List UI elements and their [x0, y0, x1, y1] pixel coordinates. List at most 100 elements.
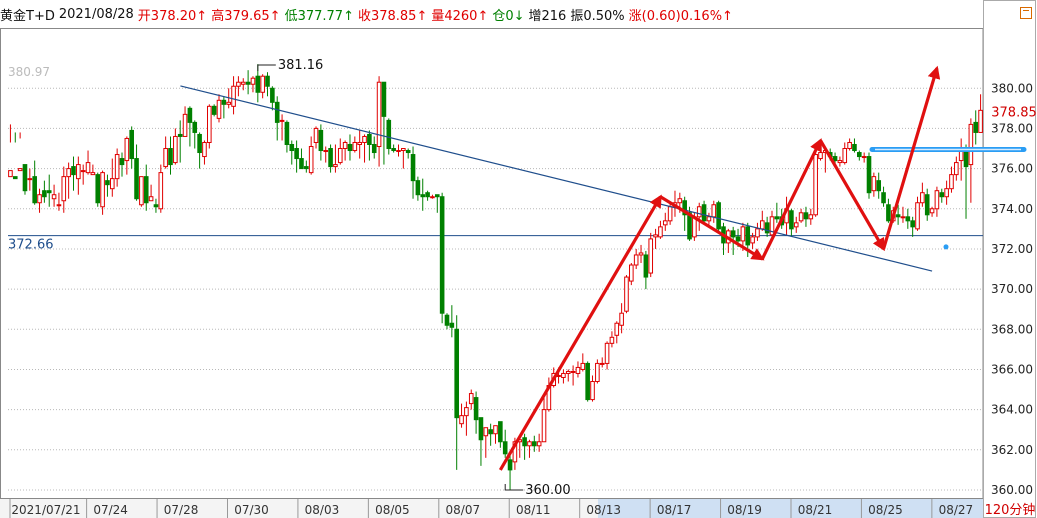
x-tick-label: 08/19 — [727, 503, 762, 517]
candle-body — [803, 212, 809, 220]
candle-body — [12, 176, 18, 180]
x-tick-label: 08/03 — [305, 503, 340, 517]
candle-body — [386, 119, 392, 150]
candle-body — [76, 164, 81, 180]
candle-body — [813, 154, 818, 216]
candle-body — [527, 441, 532, 447]
candle-body — [808, 214, 814, 220]
candle-body — [168, 148, 173, 166]
candle-body — [711, 204, 717, 218]
candle-body — [304, 166, 309, 170]
candle-body — [434, 194, 440, 198]
candle-body — [420, 194, 426, 198]
candle-body — [507, 459, 513, 471]
candle-body — [119, 158, 125, 166]
candle-body — [677, 198, 683, 204]
candle-body — [250, 77, 256, 85]
candle-body — [444, 314, 450, 326]
candle-body — [793, 222, 799, 228]
low-value-label: 360.00 — [525, 483, 571, 498]
candle-body — [274, 101, 280, 123]
candle-body — [624, 276, 629, 312]
candle-body — [920, 192, 925, 204]
candle-body — [42, 190, 47, 198]
candle-body — [367, 133, 372, 145]
candle-body — [396, 150, 401, 153]
candle-body — [449, 322, 455, 328]
marker-dot — [943, 244, 949, 250]
candle-body — [66, 168, 71, 178]
candle-body — [939, 192, 945, 198]
x-tick-label: 08/21 — [798, 503, 833, 517]
candle-body — [71, 166, 76, 176]
candle-body — [609, 336, 615, 344]
candle-body — [129, 129, 134, 160]
high-marker — [257, 64, 276, 71]
candlestick-chart[interactable]: 360.00 362.00 364.00 366.00 368.00 370.00 372.… — [0, 0, 1037, 518]
descending-trendline — [180, 85, 933, 272]
candle-body — [100, 172, 105, 208]
candle-body — [139, 176, 144, 206]
candle-body — [192, 121, 198, 133]
candle-body — [575, 366, 581, 374]
candle-body — [173, 135, 178, 164]
candle-body — [415, 180, 421, 196]
candle-body — [90, 172, 96, 176]
x-tick-label: 08/27 — [939, 503, 974, 517]
candle-body — [313, 127, 319, 143]
candle-body — [852, 143, 857, 152]
candle-body — [279, 119, 285, 122]
candle-body — [857, 152, 862, 158]
candle-body — [240, 81, 246, 85]
candle-body — [473, 397, 479, 421]
candle-body — [95, 174, 101, 204]
y-tick-label: 370.00 — [991, 282, 1033, 296]
candle-body — [541, 409, 547, 443]
candle-body — [207, 105, 212, 143]
x-tick-label: 08/25 — [868, 503, 903, 517]
candle-body — [750, 236, 755, 244]
candle-body — [299, 158, 304, 170]
candle-body — [347, 143, 353, 152]
candle-body — [968, 123, 974, 166]
low-marker — [504, 483, 524, 491]
candle-body — [522, 437, 527, 447]
candle-body — [177, 133, 183, 137]
candle-body — [667, 206, 673, 222]
candle-body — [595, 362, 600, 383]
candle-body — [662, 220, 668, 226]
candle-body — [85, 162, 91, 174]
candle-body — [759, 220, 765, 230]
candle-body — [648, 238, 654, 274]
candle-body — [260, 75, 265, 93]
trend-arrow — [882, 65, 941, 250]
y-tick-label: 368.00 — [991, 322, 1033, 336]
candle-body — [333, 164, 338, 168]
candle-body — [745, 226, 751, 246]
candle-body — [328, 148, 333, 168]
candle-body — [842, 148, 848, 164]
candle-body — [876, 180, 882, 192]
x-tick-label: 08/05 — [375, 503, 410, 517]
price-axis-frame — [983, 0, 1036, 518]
candle-body — [158, 172, 164, 210]
period-label: 120分钟 — [985, 502, 1036, 518]
candle-body — [910, 220, 915, 228]
y-tick-label: 372.00 — [991, 242, 1033, 256]
candle-body — [32, 176, 37, 204]
candle-body — [391, 148, 396, 152]
candle-body — [730, 230, 736, 238]
candle-body — [22, 164, 28, 192]
trend-arrow — [498, 194, 662, 471]
candle-body — [706, 216, 712, 222]
candle-body — [255, 75, 261, 93]
candle-body — [8, 170, 13, 178]
candle-body — [837, 160, 843, 164]
candle-body — [924, 194, 930, 216]
candle-body — [881, 192, 886, 204]
candle-body — [211, 105, 217, 115]
candle-body — [570, 370, 576, 373]
candle-body — [866, 156, 872, 194]
candle-body — [425, 192, 430, 198]
candle-body — [580, 362, 586, 370]
